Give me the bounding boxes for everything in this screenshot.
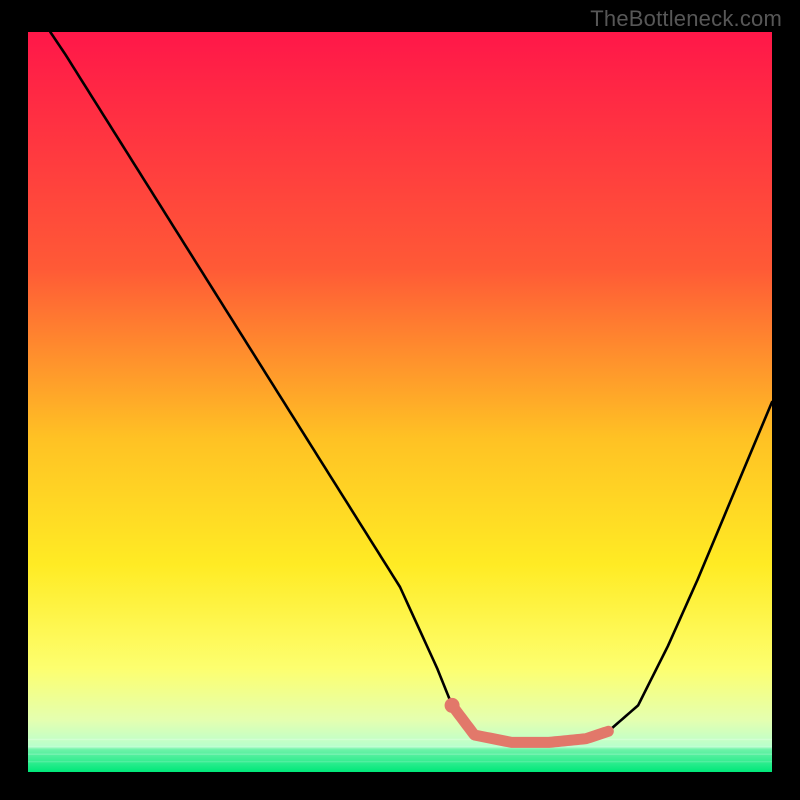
chart-area <box>28 32 772 772</box>
chart-svg <box>28 32 772 772</box>
selected-point-marker <box>445 698 460 713</box>
watermark-text: TheBottleneck.com <box>590 6 782 32</box>
